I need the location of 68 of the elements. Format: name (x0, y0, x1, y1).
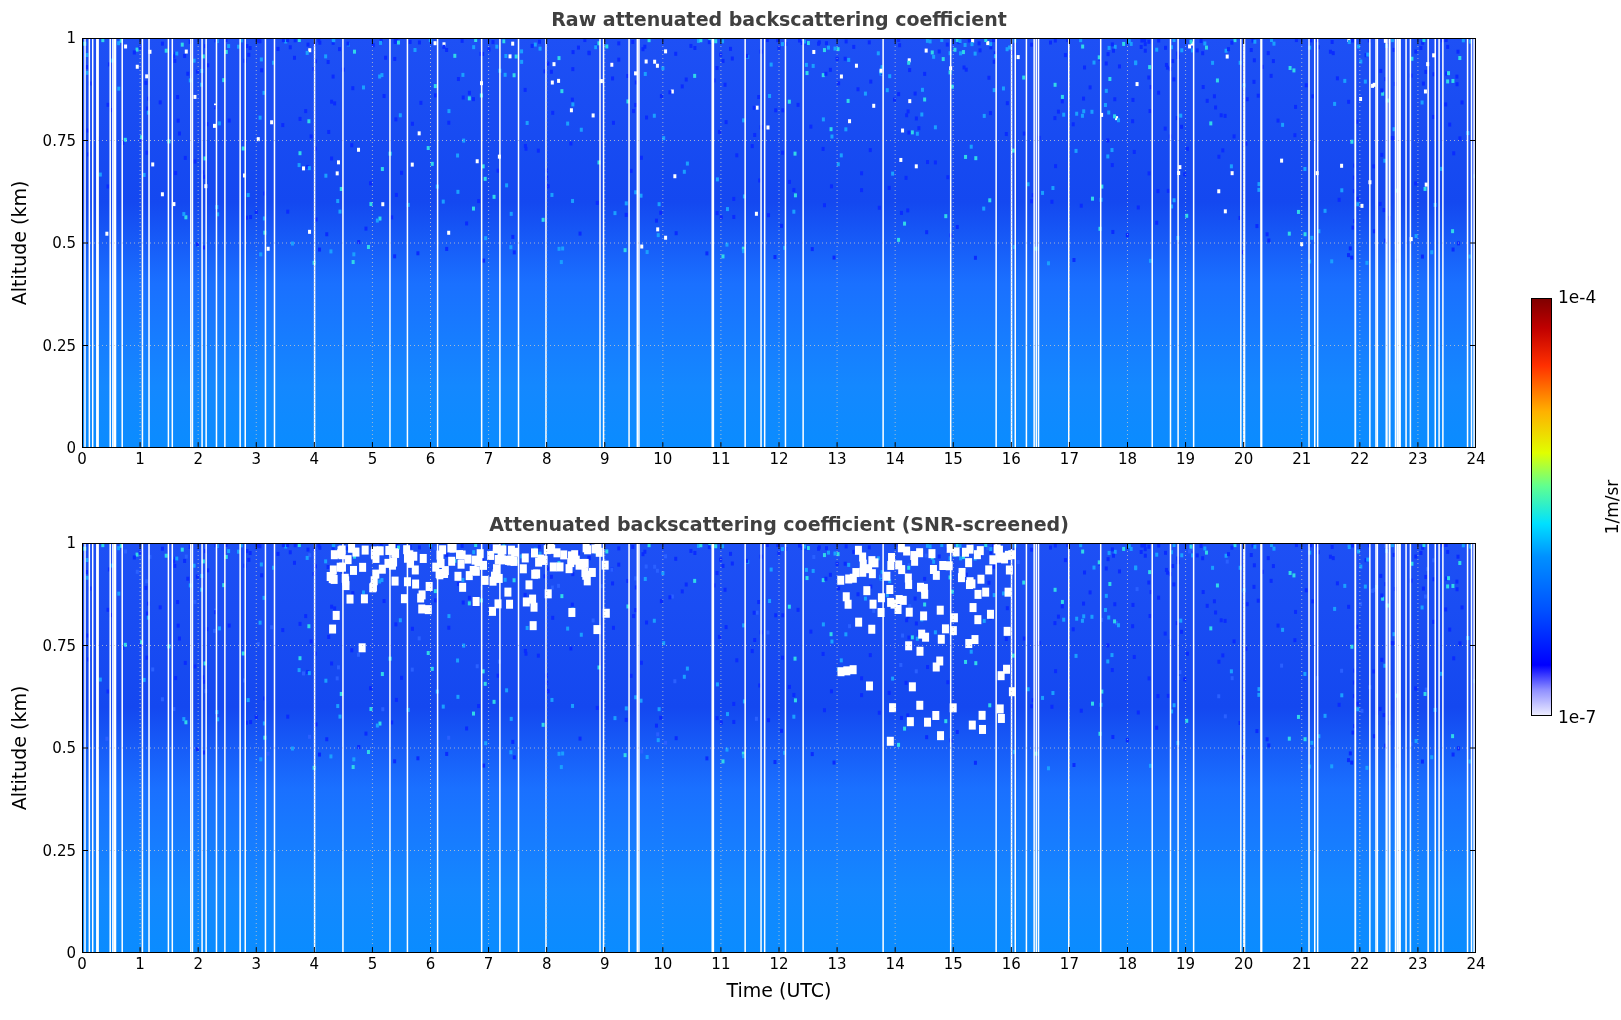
tick-label: 7 (483, 450, 494, 468)
tick-label: 19 (1176, 955, 1196, 973)
tick-label: 6 (425, 450, 436, 468)
colorbar-tick-label: 1e-4 (1558, 287, 1597, 307)
tick-label: 13 (827, 450, 847, 468)
tick-label: 6 (425, 955, 436, 973)
tick-label: 8 (541, 450, 552, 468)
tick-label: 18 (1117, 450, 1138, 468)
tick-label: 1 (66, 534, 76, 552)
tick-label: 23 (1408, 955, 1428, 973)
tick-label: 16 (1001, 450, 1021, 468)
tick-label: 9 (600, 955, 610, 973)
axis-label: Altitude (km) (8, 180, 30, 306)
tick-label: 8 (541, 955, 552, 973)
tick-label: 21 (1292, 450, 1312, 468)
tick-label: 1 (135, 955, 145, 973)
tick-label: 12 (769, 955, 789, 973)
tick-label: 0 (66, 439, 76, 457)
tick-label: 18 (1117, 955, 1138, 973)
tick-label: 0.25 (42, 841, 76, 860)
tick-label: 20 (1234, 955, 1254, 973)
tick-label: 0 (66, 944, 76, 962)
tick-label: 10 (653, 450, 673, 468)
tick-label: 24 (1466, 450, 1486, 468)
tick-label: 2 (193, 450, 203, 468)
tick-label: 15 (943, 450, 963, 468)
tick-label: 11 (711, 955, 731, 973)
axis-label: Time (UTC) (726, 979, 832, 1001)
tick-label: 21 (1292, 955, 1312, 973)
tick-label: 23 (1408, 450, 1428, 468)
chart-title: Raw attenuated backscattering coefficient (551, 8, 1007, 30)
tick-label: 3 (251, 450, 261, 468)
tick-label: 16 (1001, 955, 1021, 973)
tick-label: 0.5 (52, 739, 76, 757)
tick-label: 17 (1059, 955, 1079, 973)
tick-label: 3 (251, 955, 261, 973)
colorbar-label: 1/m/sr (1602, 479, 1621, 535)
tick-label: 0.25 (42, 336, 76, 355)
tick-label: 5 (367, 450, 378, 468)
axis-label: Altitude (km) (8, 685, 30, 811)
tick-label: 20 (1234, 450, 1254, 468)
tick-label: 0.75 (42, 131, 76, 150)
tick-label: 14 (885, 450, 905, 468)
tick-label: 1 (66, 29, 76, 47)
tick-label: 22 (1350, 450, 1370, 468)
tick-label: 13 (827, 955, 847, 973)
tick-label: 4 (309, 450, 320, 468)
tick-label: 0.75 (42, 636, 76, 655)
tick-label: 9 (600, 450, 610, 468)
chart-title: Attenuated backscattering coefficient (SNR-screened) (489, 513, 1069, 535)
colorbar-tick-label: 1e-7 (1558, 707, 1597, 727)
tick-label: 19 (1176, 450, 1196, 468)
tick-label: 0 (77, 450, 87, 468)
tick-label: 11 (711, 450, 731, 468)
tick-label: 0.5 (52, 234, 76, 252)
tick-label: 17 (1059, 450, 1079, 468)
tick-label: 24 (1466, 955, 1486, 973)
tick-label: 22 (1350, 955, 1370, 973)
tick-label: 12 (769, 450, 789, 468)
tick-label: 0 (77, 955, 87, 973)
tick-label: 14 (885, 955, 905, 973)
tick-label: 15 (943, 955, 963, 973)
tick-label: 4 (309, 955, 320, 973)
tick-label: 2 (193, 955, 203, 973)
tick-label: 1 (135, 450, 145, 468)
tick-label: 5 (367, 955, 378, 973)
tick-label: 7 (483, 955, 494, 973)
tick-label: 10 (653, 955, 673, 973)
